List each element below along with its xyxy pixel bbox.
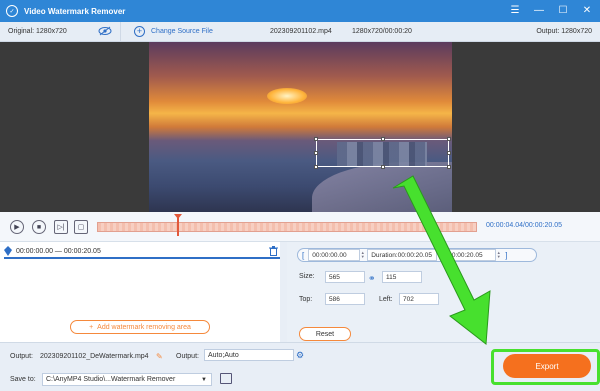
output-format-label: Output: bbox=[176, 353, 199, 360]
next-frame-icon[interactable]: ▷| bbox=[54, 220, 68, 234]
plus-icon: + bbox=[134, 26, 145, 37]
source-resolution-duration: 1280x720/00:00:20 bbox=[352, 28, 412, 35]
panel-scrollbar[interactable] bbox=[280, 242, 283, 342]
watermark-blur-region bbox=[337, 142, 427, 166]
divider bbox=[120, 22, 121, 42]
start-bracket-icon[interactable]: [ bbox=[302, 251, 304, 260]
timeline-bar: ▶ ■ ▷| ▢ 00:00:04.04/ 00:00:20.05 bbox=[0, 212, 600, 242]
area-settings-panel: [ 00:00:00.00 ▲ ▼ Duration:00:00:20.05 ▲ ▼… bbox=[287, 242, 600, 342]
resize-handle[interactable] bbox=[314, 151, 318, 155]
save-to-label: Save to: bbox=[10, 376, 36, 383]
original-resolution: Original: 1280x720 bbox=[8, 28, 67, 35]
height-input[interactable]: 115 bbox=[382, 271, 422, 283]
duration-stepper[interactable]: ▲ ▼ bbox=[437, 251, 442, 259]
plus-icon: + bbox=[89, 323, 94, 331]
trash-icon[interactable] bbox=[269, 246, 278, 256]
playhead[interactable] bbox=[174, 214, 182, 236]
output-format-select[interactable]: Auto;Auto bbox=[204, 349, 294, 361]
current-time: 00:00:04.04/ bbox=[486, 222, 525, 229]
output-resolution: Output: 1280x720 bbox=[536, 28, 592, 35]
output-file-label: Output: bbox=[10, 353, 33, 360]
app-logo-icon: ✓ bbox=[6, 5, 18, 17]
start-time-stepper[interactable]: ▲ ▼ bbox=[360, 251, 365, 259]
source-filename: 202309201102.mp4 bbox=[270, 28, 332, 35]
chevron-down-icon: ▼ bbox=[201, 377, 207, 383]
link-ratio-icon[interactable]: ⚭ bbox=[368, 273, 376, 284]
title-bar: ✓ Video Watermark Remover ☰ — ☐ ✕ bbox=[0, 0, 600, 22]
resize-handle[interactable] bbox=[447, 165, 451, 169]
video-frame bbox=[149, 42, 452, 212]
snapshot-icon[interactable]: ▢ bbox=[74, 220, 88, 234]
play-icon[interactable]: ▶ bbox=[10, 220, 24, 234]
size-label: Size: bbox=[299, 273, 315, 280]
resize-handle[interactable] bbox=[314, 165, 318, 169]
timeline-track[interactable] bbox=[97, 222, 477, 232]
export-button[interactable]: Export bbox=[503, 354, 591, 378]
left-label: Left: bbox=[379, 296, 393, 303]
change-source-label: Change Source File bbox=[151, 28, 213, 35]
segment-range: 00:00:00.00 — 00:00:20.05 bbox=[16, 247, 101, 255]
resize-handle[interactable] bbox=[447, 151, 451, 155]
reset-button[interactable]: Reset bbox=[299, 327, 351, 341]
add-watermark-area-button[interactable]: + Add watermark removing area bbox=[70, 320, 210, 334]
output-filename: 202309201102_DeWatermark.mp4 bbox=[40, 353, 149, 360]
resize-handle[interactable] bbox=[314, 137, 318, 141]
top-input[interactable]: 586 bbox=[325, 293, 365, 305]
resize-handle[interactable] bbox=[447, 137, 451, 141]
sunset-sun bbox=[267, 88, 307, 104]
folder-icon[interactable] bbox=[220, 373, 232, 384]
gear-icon[interactable]: ⚙ bbox=[296, 350, 304, 361]
info-bar: Original: 1280x720 + Change Source File … bbox=[0, 22, 600, 42]
start-time-field[interactable]: 00:00:00.00 bbox=[308, 249, 361, 261]
stop-icon[interactable]: ■ bbox=[32, 220, 46, 234]
menu-icon[interactable]: ☰ bbox=[508, 3, 522, 17]
preview-area bbox=[0, 42, 600, 212]
end-time-field[interactable]: 00:00:20.05 bbox=[444, 249, 497, 261]
duration-row: [ 00:00:00.00 ▲ ▼ Duration:00:00:20.05 ▲ ▼… bbox=[297, 248, 537, 262]
minimize-icon[interactable]: — bbox=[532, 3, 546, 17]
hide-eye-icon[interactable] bbox=[98, 26, 112, 36]
resize-handle[interactable] bbox=[381, 165, 385, 169]
maximize-icon[interactable]: ☐ bbox=[556, 3, 570, 17]
segment-row[interactable]: 00:00:00.00 — 00:00:20.05 bbox=[4, 245, 280, 259]
close-icon[interactable]: ✕ bbox=[580, 3, 594, 17]
window-controls: ☰ — ☐ ✕ bbox=[508, 3, 594, 17]
total-time: 00:00:20.05 bbox=[525, 222, 562, 229]
end-bracket-icon[interactable]: ] bbox=[505, 251, 507, 260]
segment-list-panel: 00:00:00.00 — 00:00:20.05 + Add watermar… bbox=[0, 242, 283, 342]
save-path-select[interactable]: C:\AnyMP4 Studio\...Watermark Remover ▼ bbox=[42, 373, 212, 386]
segment-pin-icon bbox=[4, 246, 12, 256]
beach-shore bbox=[312, 162, 452, 212]
width-input[interactable]: 565 bbox=[325, 271, 365, 283]
change-source-button[interactable]: + Change Source File bbox=[134, 26, 213, 37]
app-title: Video Watermark Remover bbox=[24, 6, 126, 16]
end-time-stepper[interactable]: ▲ ▼ bbox=[496, 251, 501, 259]
top-label: Top: bbox=[299, 296, 313, 303]
edit-pencil-icon[interactable]: ✎ bbox=[156, 352, 164, 361]
left-input[interactable]: 702 bbox=[399, 293, 439, 305]
duration-field[interactable]: Duration:00:00:20.05 bbox=[367, 249, 438, 261]
timeline-selection bbox=[98, 223, 476, 231]
resize-handle[interactable] bbox=[381, 137, 385, 141]
watermark-selection-box[interactable] bbox=[314, 137, 451, 169]
add-area-label: Add watermark removing area bbox=[97, 323, 191, 331]
